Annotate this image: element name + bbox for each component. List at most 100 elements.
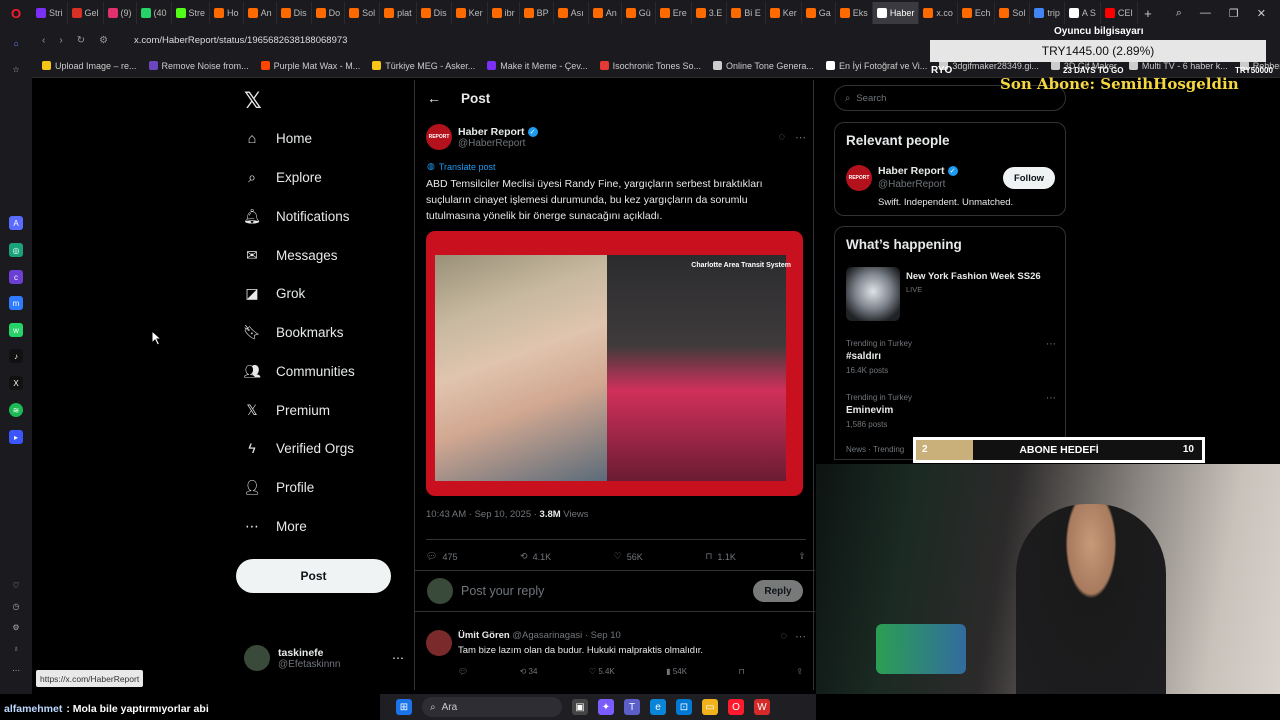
new-tab-button[interactable]: + [1138,6,1158,21]
browser-tab[interactable]: Gü [622,2,656,24]
bookmark-item[interactable]: Türkiye MEG - Asker... [372,61,475,71]
browser-tab[interactable]: Dis [417,2,452,24]
browser-tab[interactable]: Haber [872,2,920,24]
bookmark-item[interactable]: Upload Image – re... [42,61,137,71]
browser-tab[interactable]: Ker [452,2,488,24]
browser-tab[interactable]: (40 [137,2,172,24]
cs-icon[interactable]: c [9,270,23,284]
post-media[interactable]: Charlotte Area Transit System [426,231,803,496]
trend-item[interactable]: Trending in Turkey #saldırı 16.4K posts ⋯ [846,339,1056,375]
grok-icon[interactable]: ◌ [780,630,787,643]
history-icon[interactable]: ◷ [9,599,23,613]
relevant-avatar[interactable]: REPORT [846,165,872,191]
account-switcher[interactable]: taskinefe @Efetaskinnn ⋯ [244,643,404,673]
bookmark-item[interactable]: Make it Meme - Çev... [487,61,588,71]
nav-item-explore[interactable]: ⌕ Explore [244,162,322,192]
browser-tab[interactable]: Ho [210,2,244,24]
relevant-name-link[interactable]: Haber Report ✓ [878,165,958,177]
taskbar-search[interactable]: ⌕ Ara [422,697,562,717]
browser-tab[interactable]: Dis [277,2,312,24]
repost-action[interactable]: ⟲ 34 [520,667,538,676]
more-icon[interactable]: ⋯ [392,651,404,665]
repost-action[interactable]: ⟲ 4.1K [520,551,551,562]
bookmark-item[interactable]: Remove Noise from... [148,61,249,71]
nav-item-notifications[interactable]: 🔔︎ Notifications [243,201,349,231]
nav-item-messages[interactable]: ✉ Messages [244,240,337,270]
settings-icon[interactable]: ⚙ [9,620,23,634]
task-view-icon[interactable]: ▣ [572,699,588,715]
bookmark-icon[interactable]: ⊓ [739,667,745,676]
reply-button[interactable]: Reply [753,580,803,602]
share-action[interactable]: ⇪ [798,551,806,562]
reply-item[interactable]: Ümit Gören @Agasarinagasi · Sep 10 ◌ ⋯ T… [426,626,806,686]
nav-item-profile[interactable]: 👤︎ Profile [243,472,314,502]
opera-logo-icon[interactable]: O [0,0,32,26]
search-tabs-icon[interactable]: ⌕ [1176,7,1182,20]
browser-tab[interactable]: Sol [345,2,381,24]
close-icon[interactable]: ✕ [1257,7,1266,20]
browser-tab[interactable]: Ga [802,2,836,24]
avatar[interactable] [426,630,452,656]
player-icon[interactable]: ▸ [9,430,23,444]
app-taskbar-icon[interactable]: W [754,699,770,715]
event-thumbnail[interactable] [846,267,900,321]
author-handle[interactable]: @HaberReport [458,138,538,149]
browser-tab[interactable]: CEI [1101,2,1138,24]
event-title[interactable]: New York Fashion Week SS26 [906,271,1041,282]
nav-item-premium[interactable]: 𝕏 Premium [244,395,330,425]
bookmark-action[interactable]: ⊓ 1.1K [705,551,736,562]
browser-tab[interactable]: Sol [995,2,1031,24]
browser-tab[interactable]: x.co [919,2,958,24]
like-action[interactable]: ♡ 5.4K [589,667,615,676]
browser-tab[interactable]: Gel [68,2,104,24]
x-logo-icon[interactable]: 𝕏 [244,88,262,114]
store-icon[interactable]: ⊡ [676,699,692,715]
aria-icon[interactable]: A [9,216,23,230]
forward-icon[interactable]: › [59,35,62,46]
bookmark-item[interactable]: Online Tone Genera... [713,61,814,71]
browser-tab[interactable]: Bi E [727,2,766,24]
follow-button[interactable]: Follow [1003,167,1055,189]
spotify-icon[interactable]: ≋ [9,403,23,417]
teams-icon[interactable]: T [624,699,640,715]
reply-action[interactable]: 💬︎ 475 [426,551,457,562]
views-action[interactable]: ▮ 54K [666,667,687,676]
nav-item-grok[interactable]: ◪ Grok [244,278,305,308]
browser-tab[interactable]: (9) [104,2,137,24]
trend-item[interactable]: Trending in Turkey Eminevim 1,586 posts ⋯ [846,393,1056,429]
browser-tab[interactable]: An [589,2,622,24]
grok-icon[interactable]: ◌ [778,131,785,144]
bookmark-item[interactable]: En İyi Fotoğraf ve Vi... [825,61,927,71]
whatsapp-icon[interactable]: w [9,323,23,337]
maximize-icon[interactable]: ❐ [1229,7,1239,20]
bookmark-item[interactable]: Purple Mat Wax - M... [260,61,360,71]
messenger-icon[interactable]: m [9,296,23,310]
browser-tab[interactable]: Do [312,2,346,24]
browser-tab[interactable]: A S [1065,2,1101,24]
site-info-icon[interactable]: ⚙ [99,35,108,46]
home-sidebar-icon[interactable]: ⌂ [9,36,23,50]
nav-item-more[interactable]: ⋯ More [244,511,307,541]
bookmark-item[interactable]: Multi TV - 6 haber k... [1128,61,1228,71]
author-name-link[interactable]: Haber Report ✓ [458,126,538,138]
copilot-icon[interactable]: ✦ [598,699,614,715]
browser-tab[interactable]: Eks [836,2,873,24]
reload-icon[interactable]: ↻ [77,35,85,46]
like-action[interactable]: ♡ 56K [614,551,643,562]
browser-tab[interactable]: Stri [32,2,68,24]
chatgpt-icon[interactable]: ◎ [9,243,23,257]
browser-tab[interactable]: trip [1030,2,1065,24]
star-sidebar-icon[interactable]: ☆ [9,62,23,76]
browser-tab[interactable]: Ker [766,2,802,24]
reply-author-name[interactable]: Ümit Gören [458,630,510,641]
browser-tab[interactable]: ibr [488,2,520,24]
back-arrow-icon[interactable]: ← [427,90,441,106]
post-time[interactable]: 10:43 AM · Sep 10, 2025 · [426,509,540,520]
browser-tab[interactable]: plat [380,2,417,24]
edge-icon[interactable]: e [650,699,666,715]
reply-input[interactable]: Post your reply [461,584,745,598]
translate-post-link[interactable]: ◍ Translate post [427,161,496,172]
more-icon[interactable]: ⋯ [795,630,806,643]
author-avatar[interactable]: REPORT [426,124,452,150]
nav-item-communities[interactable]: 👥︎ Communities [243,356,355,386]
